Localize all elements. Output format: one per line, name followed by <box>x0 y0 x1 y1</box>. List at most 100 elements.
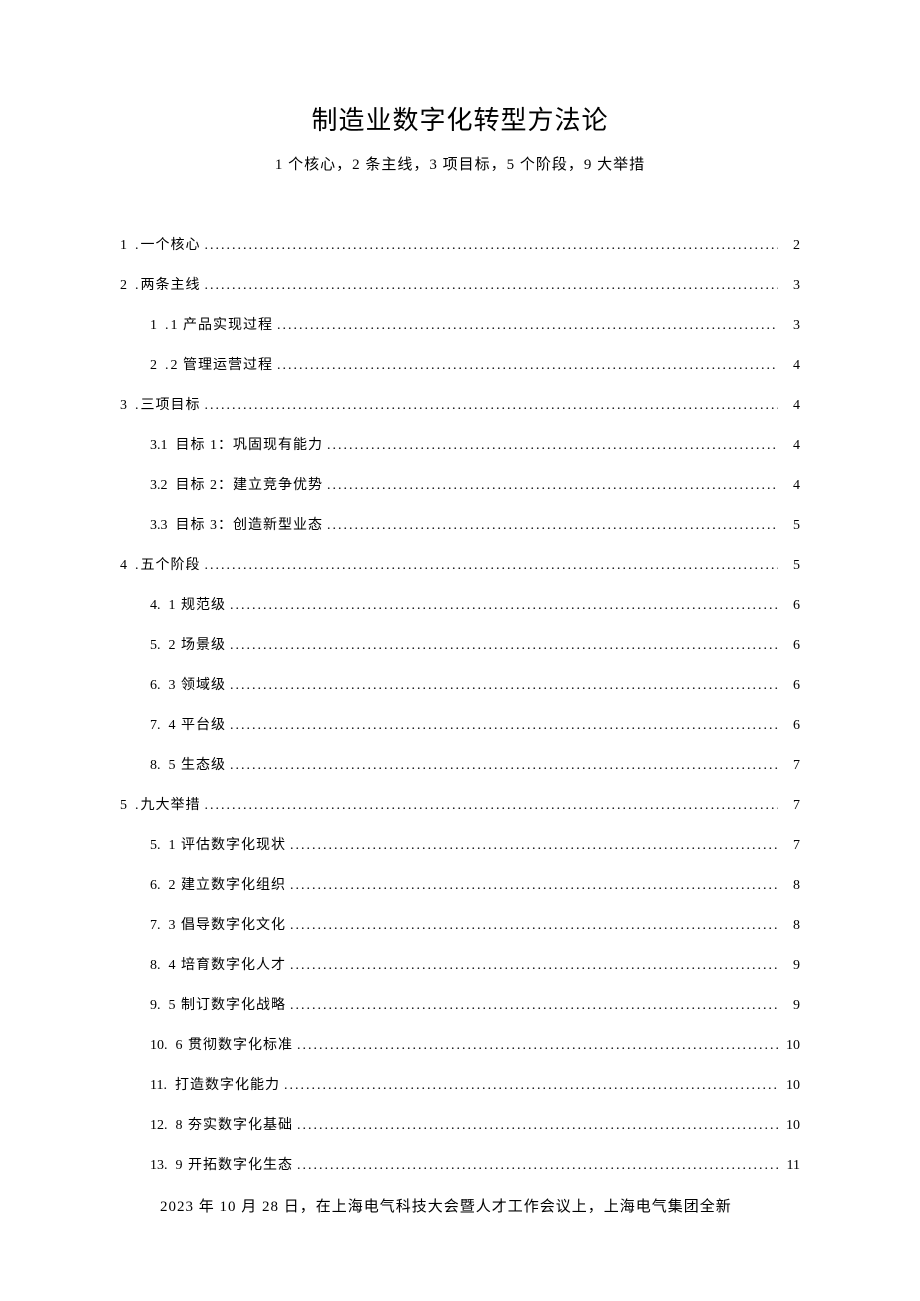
toc-separator: . <box>165 358 169 374</box>
toc-label: 9 开拓数字化生态 <box>176 1154 294 1174</box>
toc-page-number: 8 <box>782 918 800 934</box>
toc-page-number: 7 <box>782 798 800 814</box>
toc-leader-dots <box>284 1078 778 1094</box>
toc-number: 4 <box>120 558 127 574</box>
toc-leader-dots <box>230 758 778 774</box>
toc-page-number: 3 <box>782 318 800 334</box>
toc-leader-dots <box>290 998 778 1014</box>
toc-leader-dots <box>327 438 778 454</box>
toc-label: 1 产品实现过程 <box>171 314 274 334</box>
document-page: 制造业数字化转型方法论 1 个核心，2 条主线，3 项目标，5 个阶段，9 大举… <box>0 0 920 1281</box>
toc-number: 5 <box>120 798 127 814</box>
toc-entry: 4 .五个阶段5 <box>120 554 800 574</box>
toc-entry: 5. 2 场景级6 <box>150 634 800 654</box>
toc-number: 3.1 <box>150 438 168 454</box>
toc-label: 打造数字化能力 <box>175 1074 280 1094</box>
toc-leader-dots <box>205 558 779 574</box>
toc-entry: 2 .2 管理运营过程 4 <box>150 354 800 374</box>
toc-entry: 8. 4 培育数字化人才9 <box>150 954 800 974</box>
toc-entry: 7. 4 平台级6 <box>150 714 800 734</box>
toc-leader-dots <box>327 518 778 534</box>
toc-entry: 9. 5 制订数字化战略9 <box>150 994 800 1014</box>
toc-page-number: 4 <box>782 358 800 374</box>
toc-number: 2 <box>120 278 127 294</box>
toc-page-number: 6 <box>782 718 800 734</box>
toc-number: 3.3 <box>150 518 168 534</box>
toc-label: 5 生态级 <box>169 754 227 774</box>
page-title: 制造业数字化转型方法论 <box>120 100 800 137</box>
toc-entry: 6. 2 建立数字化组织8 <box>150 874 800 894</box>
toc-entry: 4. 1 规范级 6 <box>150 594 800 614</box>
toc-page-number: 4 <box>782 438 800 454</box>
toc-label: 目标 2：建立竞争优势 <box>176 474 324 494</box>
toc-leader-dots <box>297 1038 778 1054</box>
toc-page-number: 7 <box>782 758 800 774</box>
toc-number: 9. <box>150 998 161 1014</box>
toc-leader-dots <box>290 958 778 974</box>
toc-page-number: 5 <box>782 558 800 574</box>
toc-number: 5. <box>150 838 161 854</box>
toc-number: 13. <box>150 1158 168 1174</box>
toc-label: 目标 3：创造新型业态 <box>176 514 324 534</box>
toc-number: 7. <box>150 918 161 934</box>
toc-number: 2 <box>150 358 157 374</box>
toc-label: 3 倡导数字化文化 <box>169 914 287 934</box>
toc-leader-dots <box>277 318 778 334</box>
toc-label: 1 评估数字化现状 <box>169 834 287 854</box>
toc-page-number: 10 <box>782 1078 800 1094</box>
toc-separator: . <box>135 398 139 414</box>
toc-page-number: 6 <box>782 598 800 614</box>
toc-leader-dots <box>205 798 779 814</box>
toc-entry: 6. 3 领域级6 <box>150 674 800 694</box>
toc-label: 4 平台级 <box>169 714 227 734</box>
toc-leader-dots <box>205 278 779 294</box>
toc-label: 目标 1：巩固现有能力 <box>176 434 324 454</box>
toc-number: 3.2 <box>150 478 168 494</box>
toc-page-number: 4 <box>782 398 800 414</box>
toc-leader-dots <box>230 678 778 694</box>
toc-separator: . <box>135 798 139 814</box>
toc-number: 4. <box>150 598 161 614</box>
toc-label: 3 领域级 <box>169 674 227 694</box>
toc-label: 一个核心 <box>141 234 201 254</box>
toc-leader-dots <box>290 918 778 934</box>
toc-leader-dots <box>205 238 779 254</box>
toc-number: 1 <box>150 318 157 334</box>
toc-label: 两条主线 <box>141 274 201 294</box>
toc-page-number: 11 <box>782 1158 800 1174</box>
toc-separator: . <box>135 238 139 254</box>
toc-page-number: 10 <box>782 1118 800 1134</box>
toc-leader-dots <box>230 718 778 734</box>
toc-separator: . <box>135 278 139 294</box>
toc-entry: 3.3 目标 3：创造新型业态5 <box>150 514 800 534</box>
toc-page-number: 9 <box>782 958 800 974</box>
toc-label: 8 夯实数字化基础 <box>176 1114 294 1134</box>
toc-label: 1 规范级 <box>169 594 227 614</box>
toc-leader-dots <box>230 598 778 614</box>
toc-entry: 1 .1 产品实现过程3 <box>150 314 800 334</box>
toc-number: 12. <box>150 1118 168 1134</box>
toc-leader-dots <box>290 878 778 894</box>
toc-number: 11. <box>150 1078 167 1094</box>
toc-entry: 13. 9 开拓数字化生态 11 <box>150 1154 800 1174</box>
toc-entry: 10.6 贯彻数字化标准10 <box>150 1034 800 1054</box>
toc-label: 2 场景级 <box>169 634 227 654</box>
toc-leader-dots <box>327 478 778 494</box>
toc-entry: 5 .九大举措7 <box>120 794 800 814</box>
toc-separator: . <box>135 558 139 574</box>
toc-page-number: 2 <box>782 238 800 254</box>
toc-entry: 12. 8 夯实数字化基础 10 <box>150 1114 800 1134</box>
toc-number: 6. <box>150 878 161 894</box>
toc-entry: 3.1 目标 1：巩固现有能力 4 <box>150 434 800 454</box>
page-subtitle: 1 个核心，2 条主线，3 项目标，5 个阶段，9 大举措 <box>120 153 800 174</box>
toc-label: 三项目标 <box>141 394 201 414</box>
toc-entry: 8. 5 生态级7 <box>150 754 800 774</box>
toc-leader-dots <box>277 358 778 374</box>
toc-label: 2 建立数字化组织 <box>169 874 287 894</box>
toc-number: 10. <box>150 1038 168 1054</box>
toc-entry: 2 .两条主线3 <box>120 274 800 294</box>
toc-entry: 3 .三项目标4 <box>120 394 800 414</box>
toc-leader-dots <box>230 638 778 654</box>
toc-entry: 3.2 目标 2：建立竞争优势4 <box>150 474 800 494</box>
toc-label: 2 管理运营过程 <box>171 354 274 374</box>
